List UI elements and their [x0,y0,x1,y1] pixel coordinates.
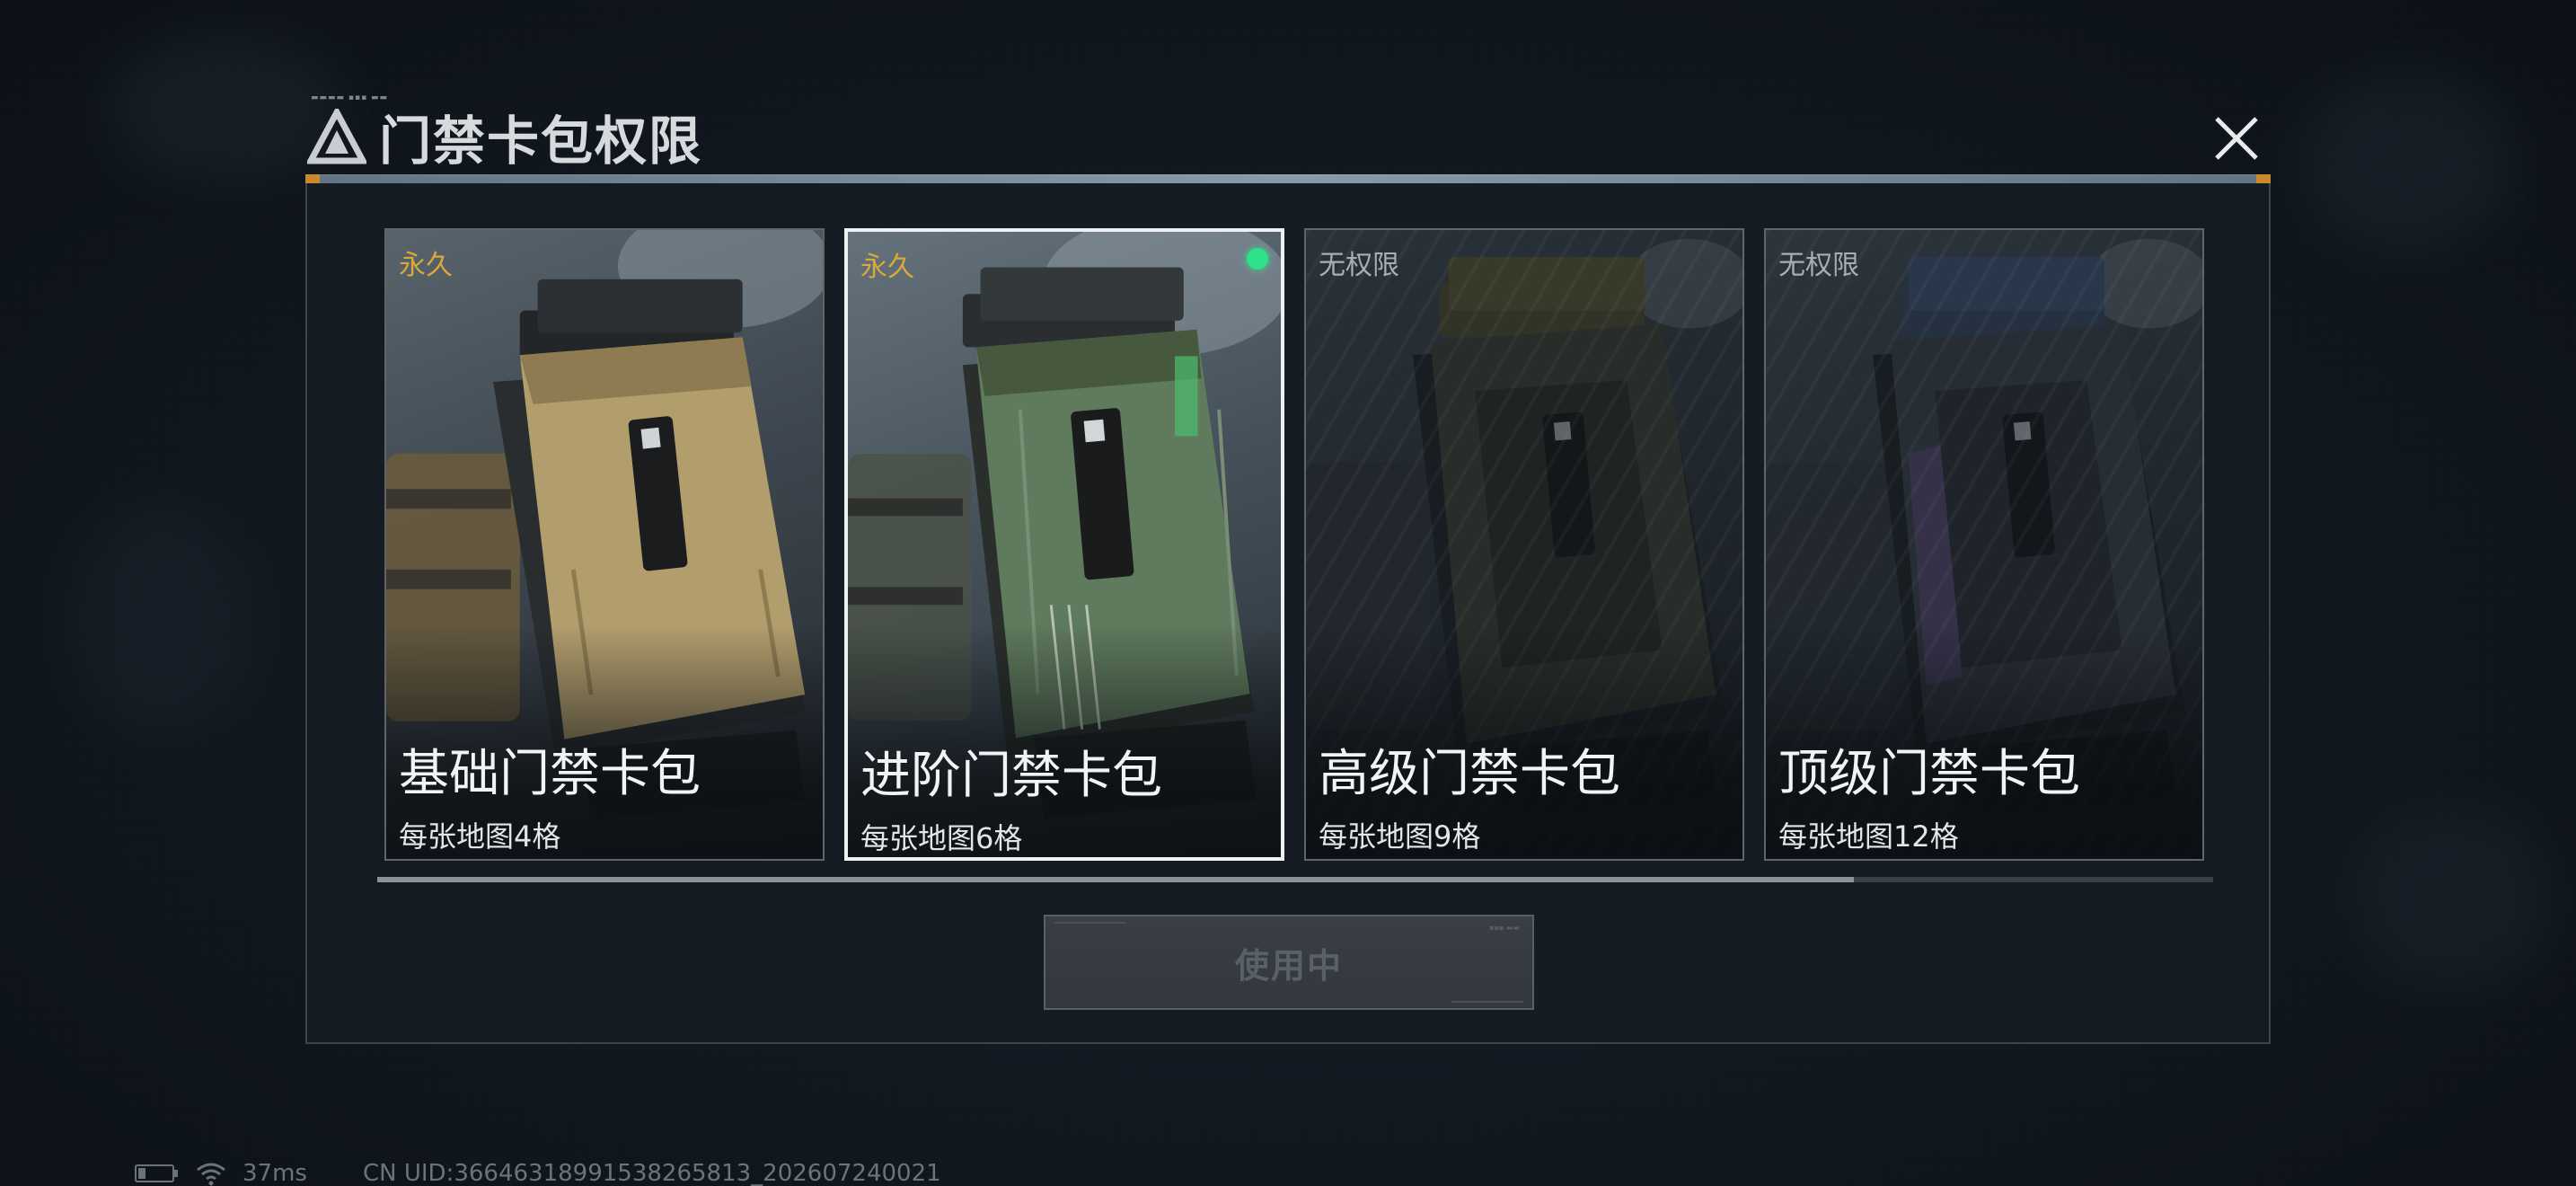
card-top-wallet[interactable]: 无权限 顶级门禁卡包 每张地图12格 [1764,228,2204,861]
scrollbar-thumb[interactable] [377,877,1854,882]
background-blur [2353,809,2551,988]
close-icon [2215,117,2258,160]
delta-logo-icon [307,109,366,164]
background-blur [72,503,251,737]
card-tag: 无权限 [1319,250,1399,281]
background-blur [108,36,341,180]
card-title: 高级门禁卡包 [1319,745,1620,803]
card-description: 每张地图4格 [399,819,561,854]
background-blur [2299,72,2515,252]
card-description: 每张地图12格 [1778,819,1959,854]
panel-accent [305,174,320,183]
card-tag: 无权限 [1778,250,1859,281]
card-tag: 永久 [399,250,453,281]
ping-text: 37ms [243,1160,307,1186]
card-advanced-wallet[interactable]: 永久 进阶门禁卡包 每张地图6格 [844,228,1284,861]
in-use-button[interactable]: ▪▪▪ ▬▬ 使用中 [1044,915,1534,1010]
card-tag: 永久 [860,252,914,283]
close-button[interactable] [2210,111,2263,165]
uid-text: CN UID:3664631899153826581​3_20260724002… [362,1160,941,1186]
panel-top-border [305,174,2271,183]
dialog-title: 门禁卡包权限 [379,111,703,172]
button-decoration: ▪▪▪ ▬▬ [1489,924,1520,932]
button-decoration [1054,922,1126,924]
card-title: 进阶门禁卡包 [860,747,1162,805]
card-basic-wallet[interactable]: 永久 基础门禁卡包 每张地图4格 [384,228,825,861]
battery-icon [135,1164,178,1182]
status-bar: 37ms CN UID:3664631899153826581​3_202607… [135,1155,941,1186]
active-status-dot [1247,248,1268,270]
horizontal-scrollbar[interactable] [377,877,2213,882]
button-decoration [1451,1001,1523,1003]
dialog-header: 门禁卡包权限 [307,101,702,173]
card-title: 基础门禁卡包 [399,745,701,803]
card-description: 每张地图9格 [1319,819,1481,854]
card-title: 顶级门禁卡包 [1778,745,2080,803]
in-use-button-label: 使用中 [1234,945,1343,986]
card-description: 每张地图6格 [860,821,1023,855]
wifi-icon [197,1163,225,1186]
panel-accent [2256,174,2271,183]
card-premium-wallet[interactable]: 无权限 高级门禁卡包 每张地图9格 [1304,228,1744,861]
